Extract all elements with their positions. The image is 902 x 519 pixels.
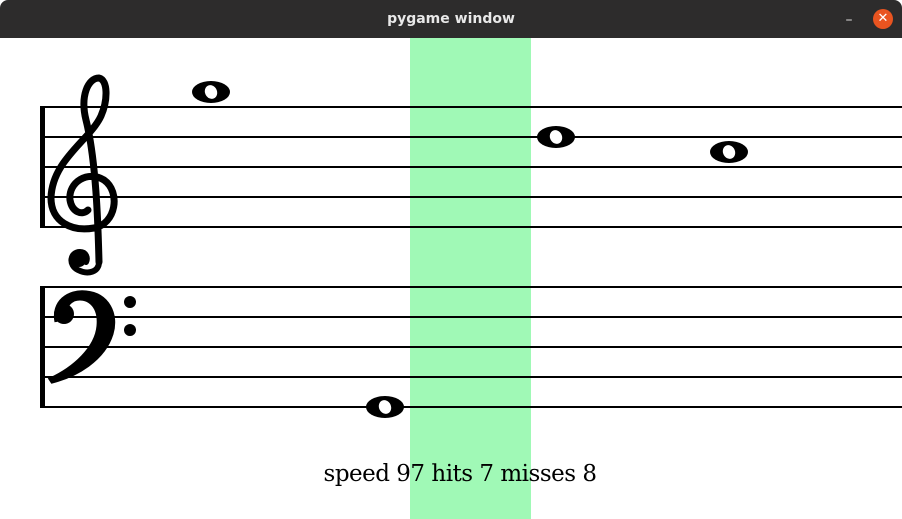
bass-clef-icon — [47, 290, 136, 384]
treble-barline — [40, 106, 45, 228]
title-bar[interactable]: pygame window – ✕ — [0, 0, 902, 38]
close-icon: ✕ — [877, 11, 889, 26]
note-2 — [537, 126, 575, 148]
treble-staff — [40, 106, 902, 228]
minimize-icon: – — [845, 12, 853, 28]
minimize-button[interactable]: – — [838, 9, 860, 31]
game-window: pygame window – ✕ speed 97 hits 7 misses… — [0, 0, 902, 519]
game-canvas[interactable]: speed 97 hits 7 misses 8 — [0, 38, 902, 519]
bass-barline — [40, 286, 45, 408]
note-3 — [710, 141, 748, 163]
music-staff — [40, 74, 902, 418]
bass-staff — [40, 286, 902, 408]
score-status-text: speed 97 hits 7 misses 8 — [323, 461, 597, 487]
note-1 — [192, 81, 230, 103]
note-4 — [366, 396, 404, 418]
window-title: pygame window — [387, 11, 515, 27]
close-button[interactable]: ✕ — [873, 9, 893, 29]
